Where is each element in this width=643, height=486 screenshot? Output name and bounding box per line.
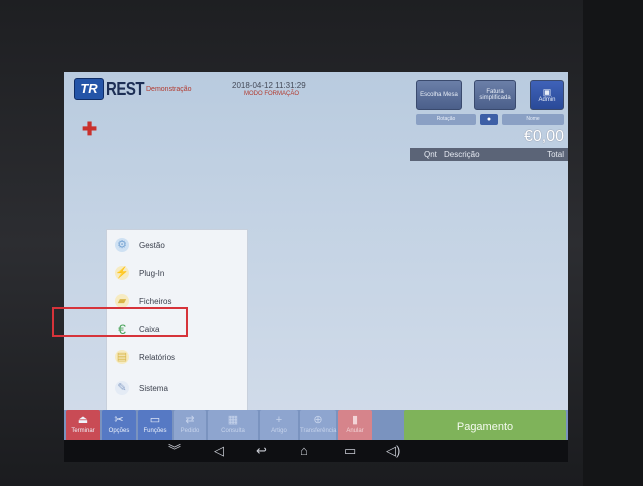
demo-label: Demonstração bbox=[146, 86, 192, 93]
col-qnt: Qnt bbox=[424, 150, 437, 159]
funcoes-button[interactable]: ▭ Funções bbox=[138, 410, 172, 444]
escolha-mesa-button[interactable]: Escolha Mesa bbox=[416, 80, 462, 110]
fatura-button[interactable]: Fatura simplificada bbox=[474, 80, 516, 110]
menu-item-label: Plug-In bbox=[139, 269, 165, 278]
transferencia-label: Transferência bbox=[300, 428, 337, 434]
trash-icon: ▮ bbox=[351, 414, 359, 426]
volume-down-icon[interactable]: ◁ bbox=[214, 443, 224, 459]
terminar-label: Terminar bbox=[71, 428, 95, 434]
hide-keyboard-icon[interactable]: ︾ bbox=[168, 443, 181, 459]
menu-item-label: Ficheiros bbox=[139, 297, 172, 306]
printer-icon: ▦ bbox=[227, 414, 239, 426]
consulta-button[interactable]: ▦ Consulta bbox=[208, 410, 258, 444]
transferencia-button[interactable]: ⊕ Transferência bbox=[300, 410, 336, 444]
menu-item-label: Sistema bbox=[139, 384, 168, 393]
logo-text: REST bbox=[106, 79, 145, 100]
pos-screen: TR REST Demonstração 2018-04-12 11:31:29… bbox=[64, 72, 568, 444]
datetime: 2018-04-12 11:31:29 bbox=[232, 81, 306, 90]
admin-label: Admin bbox=[538, 97, 556, 103]
menu-item-gestao[interactable]: ⚙ Gestão bbox=[107, 232, 247, 260]
menu-item-sistema[interactable]: ✎ Sistema bbox=[107, 375, 247, 403]
tools-icon: ✂ bbox=[114, 414, 124, 426]
order-icon: ⇄ bbox=[185, 414, 195, 426]
tab-rotacao[interactable]: Rotação bbox=[416, 114, 476, 125]
item-icon: + bbox=[275, 414, 283, 426]
receipt-header: Qnt Descrição Total bbox=[410, 148, 568, 161]
opcoes-button[interactable]: ✂ Opções bbox=[102, 410, 136, 444]
gear-icon: ⚙ bbox=[115, 238, 129, 252]
folder-icon: ▰ bbox=[115, 294, 129, 308]
menu-item-label: Gestão bbox=[139, 241, 165, 250]
logo-mark: TR bbox=[74, 78, 104, 100]
plug-icon: ⚡ bbox=[115, 266, 129, 280]
admin-icon: ▣ bbox=[542, 87, 552, 97]
training-mode-label: MODO FORMAÇÃO bbox=[244, 91, 299, 97]
artigo-label: Artigo bbox=[271, 428, 287, 434]
exit-icon: ⏏ bbox=[77, 414, 89, 426]
monitor-bezel-right bbox=[583, 0, 643, 486]
total-amount: €0,00 bbox=[523, 128, 564, 145]
home-icon[interactable]: ⌂ bbox=[300, 443, 308, 459]
menu-item-relatorios[interactable]: ▤ Relatórios bbox=[107, 344, 247, 372]
android-navbar: ︾ ◁ ↩ ⌂ ▭ ◁) bbox=[64, 440, 568, 462]
transfer-icon: ⊕ bbox=[313, 414, 323, 426]
artigo-button[interactable]: + Artigo bbox=[260, 410, 298, 444]
col-total: Total bbox=[547, 150, 564, 159]
menu-item-label: Relatórios bbox=[139, 353, 176, 362]
user-icon[interactable]: ● bbox=[480, 114, 498, 125]
add-icon[interactable]: ✚ bbox=[82, 120, 97, 138]
anular-button[interactable]: ▮ Anular bbox=[338, 410, 372, 444]
selection-highlight bbox=[52, 307, 188, 337]
pedido-button[interactable]: ⇄ Pedido bbox=[174, 410, 206, 444]
chart-icon: ▤ bbox=[115, 350, 129, 364]
recents-icon[interactable]: ▭ bbox=[344, 443, 356, 459]
funcoes-label: Funções bbox=[143, 428, 167, 434]
volume-up-icon[interactable]: ◁) bbox=[386, 443, 400, 459]
functions-icon: ▭ bbox=[149, 414, 161, 426]
pedido-label: Pedido bbox=[180, 428, 200, 434]
anular-label: Anular bbox=[346, 428, 364, 434]
pagamento-label: Pagamento bbox=[456, 421, 514, 433]
tab-nome[interactable]: Nome bbox=[502, 114, 564, 125]
wrench-icon: ✎ bbox=[115, 381, 129, 395]
consulta-label: Consulta bbox=[221, 428, 245, 434]
back-icon[interactable]: ↩ bbox=[256, 443, 267, 459]
pagamento-button[interactable]: Pagamento bbox=[404, 410, 566, 444]
terminar-button[interactable]: ⏏ Terminar bbox=[66, 410, 100, 444]
opcoes-label: Opções bbox=[108, 428, 130, 434]
admin-button[interactable]: ▣ Admin bbox=[530, 80, 564, 110]
menu-item-plug-in[interactable]: ⚡ Plug-In bbox=[107, 260, 247, 288]
col-descricao: Descrição bbox=[444, 150, 480, 159]
